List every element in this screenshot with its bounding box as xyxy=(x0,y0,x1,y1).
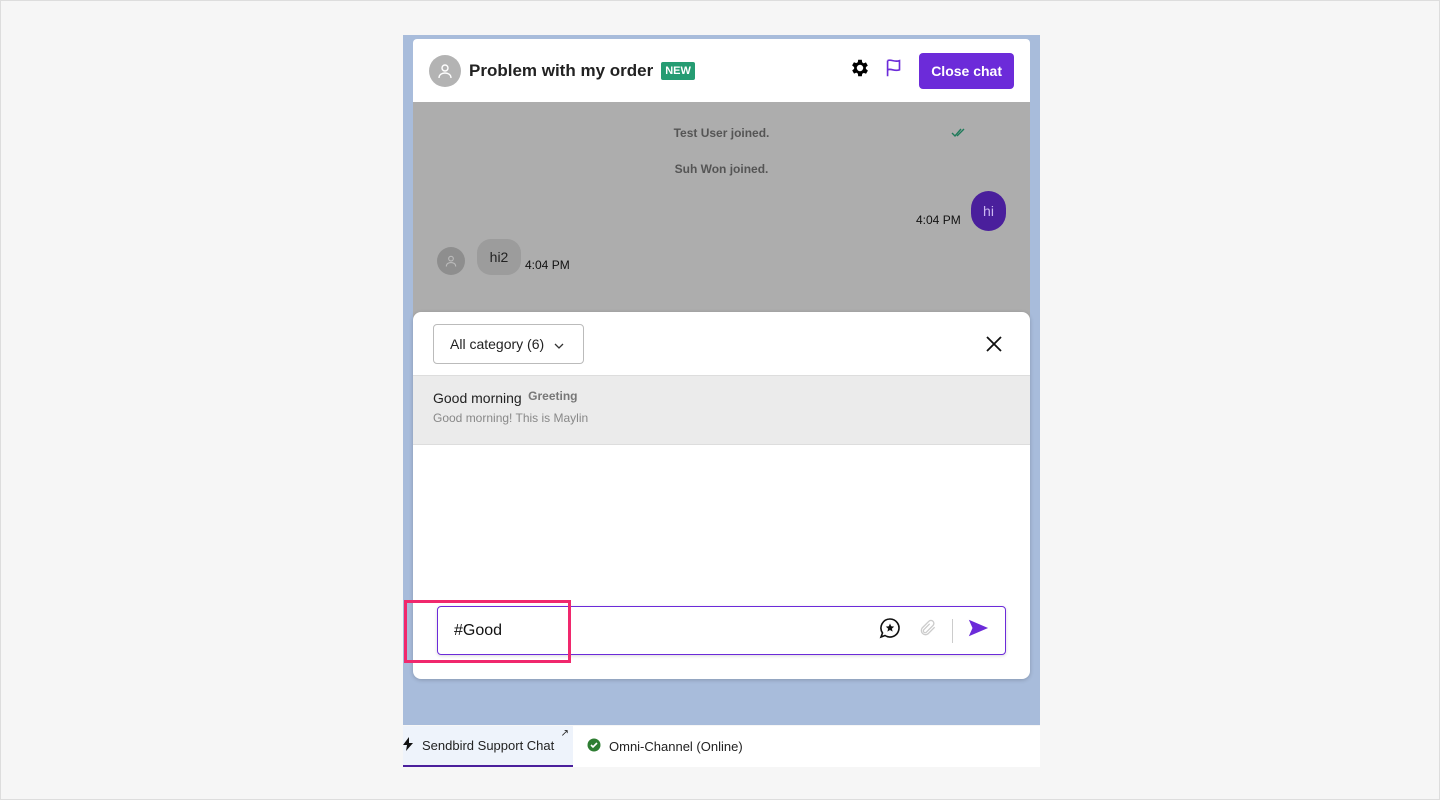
category-dropdown[interactable]: All category (6) xyxy=(433,324,584,364)
template-name: Good morning xyxy=(433,390,522,406)
template-item[interactable]: Good morning Greeting Good morning! This… xyxy=(413,375,1030,445)
lightning-icon xyxy=(403,737,413,754)
tab-sendbird-support-chat[interactable]: Sendbird Support Chat ↗ xyxy=(403,726,573,767)
tab-label: Sendbird Support Chat xyxy=(422,738,555,753)
template-icon[interactable] xyxy=(878,616,902,645)
online-status-icon xyxy=(587,738,601,755)
message-list: Test User joined. Suh Won joined. 4:04 P… xyxy=(413,102,1030,322)
message-time: 4:04 PM xyxy=(916,213,961,227)
bottom-bar: Sendbird Support Chat ↗ Omni-Channel (On… xyxy=(403,726,1040,767)
send-icon[interactable] xyxy=(967,617,989,644)
incoming-message[interactable]: hi2 xyxy=(477,239,521,275)
external-link-icon[interactable]: ↗ xyxy=(561,728,569,739)
status-label[interactable]: Omni-Channel (Online) xyxy=(609,739,743,754)
outgoing-message[interactable]: hi xyxy=(971,191,1006,231)
message-time: 4:04 PM xyxy=(525,258,570,272)
close-icon[interactable] xyxy=(986,336,1002,357)
chevron-down-icon xyxy=(554,336,564,352)
flag-icon[interactable] xyxy=(883,57,905,84)
system-message: Suh Won joined. xyxy=(674,162,769,176)
divider xyxy=(952,618,953,643)
system-message: Test User joined. xyxy=(673,126,770,140)
paperclip-icon[interactable] xyxy=(918,618,938,643)
template-preview: Good morning! This is Maylin xyxy=(433,411,589,425)
template-category: Greeting xyxy=(528,389,578,403)
gear-icon[interactable] xyxy=(849,57,871,84)
close-chat-button[interactable]: Close chat xyxy=(919,52,1014,89)
read-receipt-icon xyxy=(951,125,967,143)
chat-header: Problem with my order NEW Close chat xyxy=(413,39,1030,102)
new-badge: NEW xyxy=(661,61,695,80)
user-icon xyxy=(429,54,461,87)
user-icon xyxy=(437,247,465,275)
chat-title: Problem with my order xyxy=(469,60,654,80)
category-label: All category (6) xyxy=(450,336,545,352)
highlight-box xyxy=(404,600,571,663)
